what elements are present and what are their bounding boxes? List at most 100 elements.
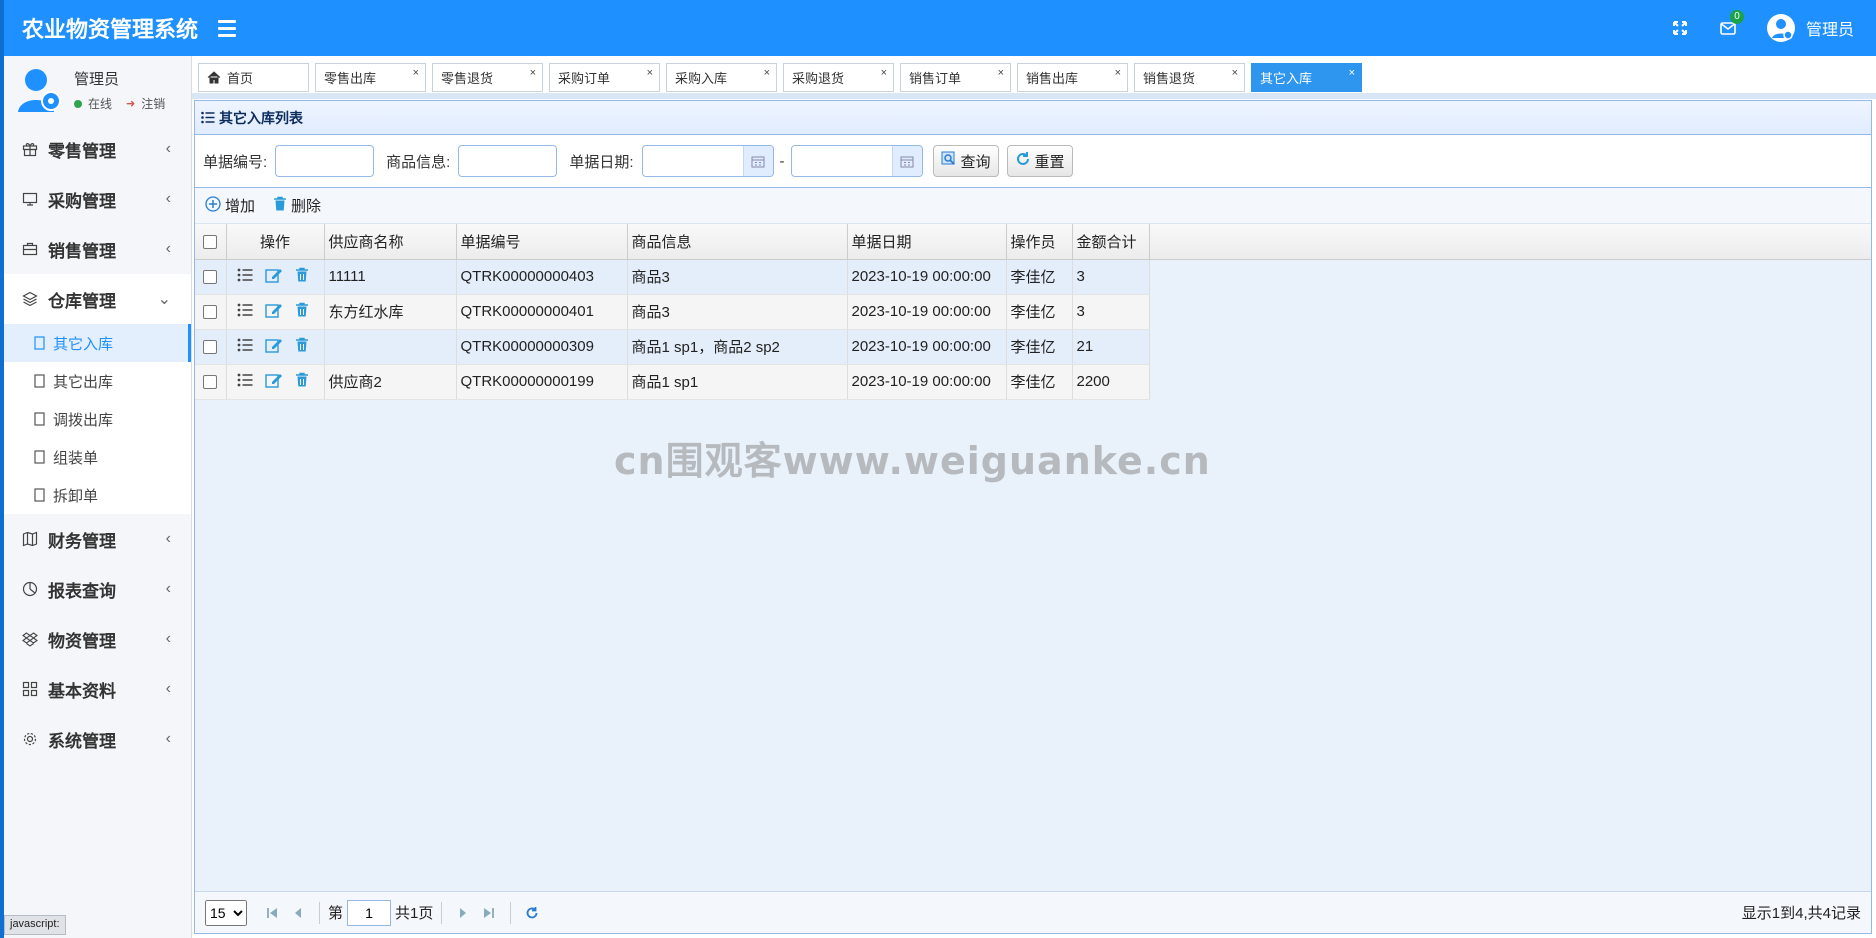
gift-icon [22,141,44,157]
sidebar-item-disassembly[interactable]: 拆卸单 [4,476,191,514]
sidebar-item-retail[interactable]: 零售管理 ‹ [4,124,191,174]
fullscreen-icon [1672,21,1687,35]
row-checkbox[interactable] [203,270,217,285]
refresh-icon[interactable] [519,900,545,926]
detail-list-icon[interactable] [237,373,253,391]
trash-icon[interactable] [295,372,309,392]
cell-supplier: 供应商2 [324,364,457,400]
sidebar-item-assembly[interactable]: 组装单 [4,438,191,476]
last-page-icon[interactable] [476,900,502,926]
table-row[interactable]: 11111 QTRK00000000403 商品3 2023-10-19 00:… [195,259,1150,295]
sidebar-item-finance[interactable]: 财务管理 ‹ [4,514,191,564]
page-size-select[interactable]: 15 [205,899,247,926]
tab-retail-outbound[interactable]: 零售出库 × [315,63,426,92]
table-row[interactable]: 供应商2 QTRK00000000199 商品1 sp1 2023-10-19 … [195,364,1150,400]
detail-list-icon[interactable] [237,338,253,356]
sidebar-item-system[interactable]: 系统管理 ‹ [4,714,191,764]
tab-sales-order[interactable]: 销售订单 × [900,63,1011,92]
trash-icon[interactable] [295,337,309,357]
sidebar-item-label: 零售管理 [48,141,116,161]
prev-page-icon[interactable] [285,900,311,926]
sidebar-item-warehouse[interactable]: 仓库管理 ⌄ [4,274,191,324]
sidebar-item-purchase[interactable]: 采购管理 ‹ [4,174,191,224]
sidebar-item-materials[interactable]: 物资管理 ‹ [4,614,191,664]
close-icon[interactable]: × [998,67,1004,79]
tab-home[interactable]: 首页 [198,63,309,92]
sidebar-item-reports[interactable]: 报表查询 ‹ [4,564,191,614]
row-checkbox[interactable] [203,375,217,390]
online-status-text: 在线 [88,97,113,111]
menu-toggle-button[interactable] [218,19,250,37]
tab-other-inbound[interactable]: 其它入库 × [1251,63,1362,92]
edit-icon[interactable] [264,372,283,392]
sidebar-item-sales[interactable]: 销售管理 ‹ [4,224,191,274]
close-icon[interactable]: × [1232,67,1238,79]
user-panel: 管理员 在线 ➜ 注销 [4,56,191,124]
add-circle-icon [205,195,221,216]
end-date-input[interactable] [791,146,892,176]
add-button[interactable]: 增加 [205,195,255,216]
tab-sales-return[interactable]: 销售退货 × [1134,63,1245,92]
sidebar-item-transfer-outbound[interactable]: 调拨出库 [4,400,191,438]
sidebar-item-label: 物资管理 [48,631,116,651]
trash-icon[interactable] [295,267,309,287]
sidebar-item-label: 系统管理 [48,731,116,751]
cell-doc-no: QTRK00000000401 [456,294,628,330]
table-row[interactable]: QTRK00000000309 商品1 sp1，商品2 sp2 2023-10-… [195,329,1150,365]
tab-purchase-order[interactable]: 采购订单 × [549,63,660,92]
detail-list-icon[interactable] [237,303,253,321]
trash-icon[interactable] [295,302,309,322]
row-checkbox[interactable] [203,305,217,320]
edit-icon[interactable] [264,267,283,287]
row-checkbox[interactable] [203,340,217,355]
user-menu[interactable]: 管理员 [1766,13,1854,43]
tab-label: 零售退货 [441,71,494,86]
panel-header: 其它入库列表 [195,101,1871,135]
reset-button[interactable]: 重置 [1006,145,1073,177]
add-button-label: 增加 [225,198,256,215]
tab-divider [192,93,1876,99]
end-date-field[interactable] [790,145,923,177]
query-button[interactable]: 查询 [932,145,999,177]
next-page-icon[interactable] [450,900,476,926]
select-all-checkbox[interactable] [203,234,217,249]
close-icon[interactable]: × [1349,67,1355,79]
browser-status-bar: javascript: [4,915,66,935]
tab-sales-outbound[interactable]: 销售出库 × [1017,63,1128,92]
tab-purchase-return[interactable]: 采购退货 × [783,63,894,92]
doc-no-input[interactable] [275,145,375,177]
sidebar-item-basic-data[interactable]: 基本资料 ‹ [4,664,191,714]
edit-icon[interactable] [264,302,283,322]
mail-button[interactable]: 0 [1704,0,1752,56]
start-date-input[interactable] [642,146,743,176]
page-total: 共1页 [395,905,434,922]
pie-chart-icon [22,581,44,597]
table-row[interactable]: 东方红水库 QTRK00000000401 商品3 2023-10-19 00:… [195,294,1150,330]
calendar-icon[interactable] [742,146,773,176]
sidebar-item-label: 采购管理 [48,191,116,211]
fullscreen-button[interactable] [1656,0,1704,56]
cell-amount: 3 [1072,294,1150,330]
close-icon[interactable]: × [530,67,536,79]
column-header: 操作员 [1006,224,1073,260]
close-icon[interactable]: × [764,67,770,79]
calendar-icon[interactable] [891,146,922,176]
product-input[interactable] [458,145,558,177]
delete-button[interactable]: 删除 [273,195,321,216]
close-icon[interactable]: × [647,67,653,79]
file-icon [34,374,45,388]
close-icon[interactable]: × [881,67,887,79]
close-icon[interactable]: × [413,67,419,79]
first-page-icon[interactable] [259,900,285,926]
start-date-field[interactable] [641,145,774,177]
close-icon[interactable]: × [1115,67,1121,79]
detail-list-icon[interactable] [237,268,253,286]
logout-link[interactable]: 注销 [141,95,165,112]
date-separator: - [779,152,785,170]
sidebar-item-other-outbound[interactable]: 其它出库 [4,362,191,400]
edit-icon[interactable] [264,337,283,357]
sidebar-item-other-inbound[interactable]: 其它入库 [4,324,191,362]
tab-retail-return[interactable]: 零售退货 × [432,63,543,92]
tab-purchase-inbound[interactable]: 采购入库 × [666,63,777,92]
page-number-input[interactable] [347,899,392,926]
